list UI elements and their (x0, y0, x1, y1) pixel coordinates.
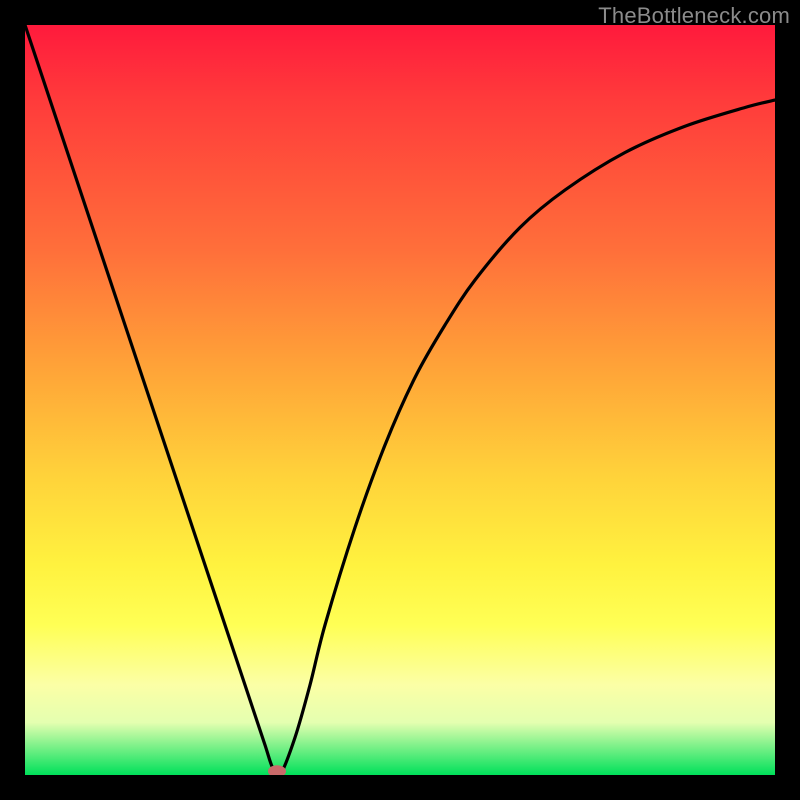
curve-svg (25, 25, 775, 775)
bottleneck-curve (25, 25, 775, 775)
plot-area (25, 25, 775, 775)
chart-frame: TheBottleneck.com (0, 0, 800, 800)
